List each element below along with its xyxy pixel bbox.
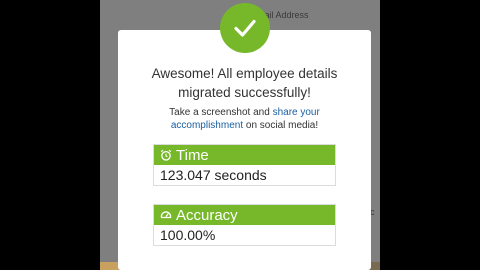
success-headline: Awesome! All employee details migrated s…	[151, 66, 338, 100]
gauge-icon	[160, 211, 172, 219]
time-value: 123.047 seconds	[154, 165, 335, 185]
time-panel-header: Time	[154, 145, 335, 165]
success-modal: Awesome! All employee details migrated s…	[118, 30, 371, 270]
time-panel: Time 123.047 seconds	[153, 144, 336, 186]
success-badge	[220, 3, 270, 53]
accuracy-panel: Accuracy 100.00%	[153, 204, 336, 246]
accuracy-value: 100.00%	[154, 225, 335, 245]
alarm-clock-icon	[160, 149, 172, 161]
share-prompt-prefix: Take a screenshot and	[169, 107, 273, 118]
share-prompt-suffix: on social media!	[243, 119, 319, 131]
time-panel-title: Time	[176, 146, 209, 164]
checkmark-icon	[234, 19, 256, 37]
accuracy-panel-title: Accuracy	[176, 206, 238, 224]
accuracy-panel-header: Accuracy	[154, 205, 335, 225]
share-prompt: Take a screenshot and share your accompl…	[136, 107, 353, 132]
